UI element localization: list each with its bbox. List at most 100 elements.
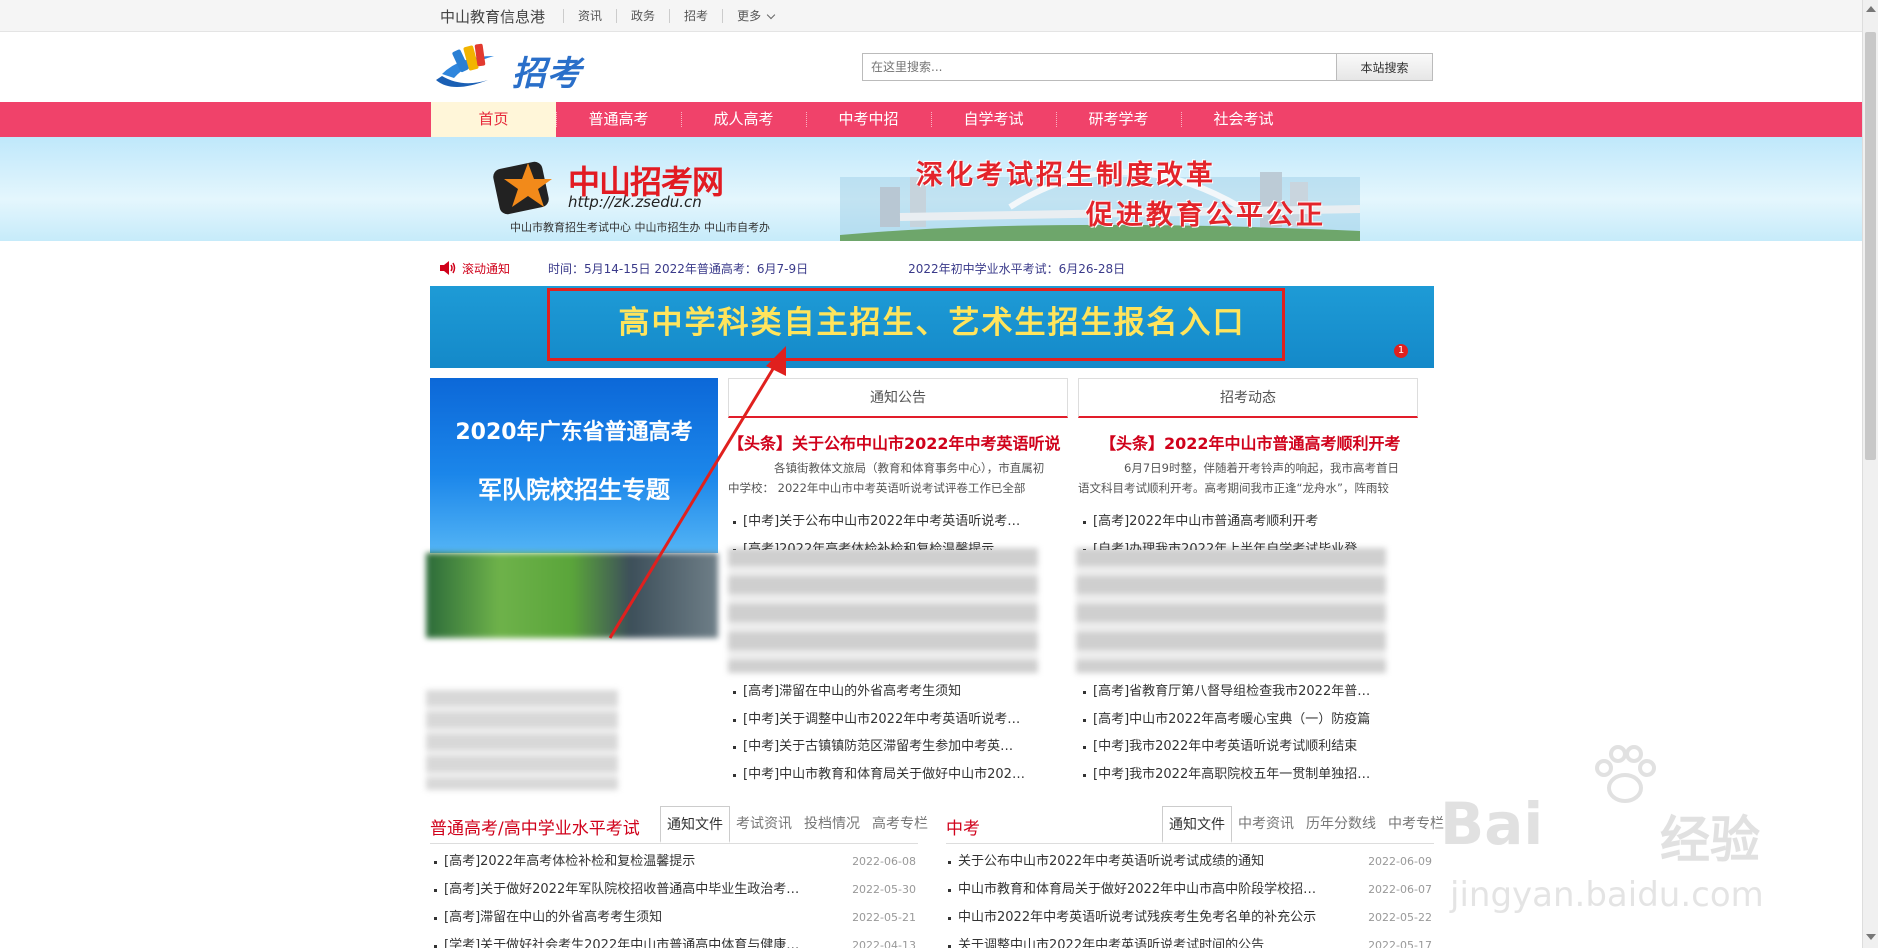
paw-icon (1595, 745, 1656, 803)
nav-item-zhongkao[interactable]: 中考中招 (806, 102, 931, 137)
top-bar: 中山教育信息港 资讯 政务 招考 更多 (0, 0, 1862, 32)
tab-gaokao-notices[interactable]: 通知文件 (660, 806, 730, 843)
zhongkao-tabs: 通知文件 中考资讯 历年分数线 中考专栏 (1162, 806, 1450, 843)
more-menu[interactable]: 更多 (722, 9, 788, 23)
table-row[interactable]: [学考]关于做好社会考生2022年中山市普通高中体育与健康… 2022-04-13 (434, 932, 916, 948)
list-item[interactable]: [高考]省教育厅第八督导组检查我市2022年普… (1083, 678, 1388, 706)
tab-gaokao-info[interactable]: 考试资讯 (730, 806, 798, 843)
nav-item-social-exam[interactable]: 社会考试 (1181, 102, 1306, 137)
more-menu-label: 更多 (737, 9, 762, 23)
top-link-news[interactable]: 资讯 (563, 9, 616, 23)
exam-summary: 6月7日9时整，伴随着开考铃声的响起，我市高考首日 语文科目考试顺利开考。高考期… (1078, 458, 1418, 498)
annotation-badge: 1 (1394, 344, 1408, 358)
scrolling-notice-label: 滚动通知 (462, 261, 511, 276)
table-row[interactable]: 关于公布中山市2022年中考英语听说考试成绩的通知 2022-06-09 (948, 848, 1432, 876)
chevron-down-icon (766, 10, 776, 19)
table-row[interactable]: 中山市2022年中考英语听说考试残疾考生免考名单的补充公示 2022-05-22 (948, 904, 1432, 932)
main-nav: 首页 普通高考 成人高考 中考中招 自学考试 研考学考 社会考试 (431, 102, 1306, 137)
news-title: 关于调整中山市2022年中考英语听说考试时间的公告 (958, 938, 1265, 948)
scroll-up-arrow-icon[interactable] (1866, 6, 1876, 12)
blurred-text-left (426, 690, 618, 790)
tab-gaokao-column[interactable]: 高考专栏 (866, 806, 934, 843)
list-item[interactable]: [中考]我市2022年中考英语听说考试顺利结束 (1083, 733, 1388, 761)
top-link-exams[interactable]: 招考 (669, 9, 722, 23)
list-item[interactable]: [中考]中山市教育和体育局关于做好中山市202… (733, 761, 1053, 789)
list-item[interactable]: [中考]关于调整中山市2022年中考英语听说考… (733, 706, 1053, 734)
banner-slogan-1: 深化考试招生制度改革 (916, 160, 1216, 191)
news-date: 2022-05-22 (1368, 911, 1432, 924)
table-row[interactable]: [高考]关于做好2022年军队院校招收普通高中毕业生政治考… 2022-05-30 (434, 876, 916, 904)
news-title: [学考]关于做好社会考生2022年中山市普通高中体育与健康… (444, 938, 800, 948)
nav-item-adult-exam[interactable]: 成人高考 (681, 102, 806, 137)
exam-summary-line-2: 语文科目考试顺利开考。高考期间我市正逢“龙舟水”，阵雨较 (1078, 481, 1389, 495)
gaokao-news-list: [高考]2022年高考体检补检和复检温馨提示 2022-06-08 [高考]关于做… (434, 848, 916, 948)
top-link-government[interactable]: 政务 (616, 9, 669, 23)
main-nav-bar: 首页 普通高考 成人高考 中考中招 自学考试 研考学考 社会考试 (0, 102, 1862, 137)
nav-item-gaokao[interactable]: 普通高考 (556, 102, 681, 137)
list-item[interactable]: [自考]办理我市2022年上半年自学考试毕业登… (1083, 536, 1388, 550)
table-row[interactable]: [高考]2022年高考体检补检和复检温馨提示 2022-06-08 (434, 848, 916, 876)
tab-zhongkao-scores[interactable]: 历年分数线 (1300, 806, 1382, 843)
notice-list-bottom: [高考]滞留在中山的外省高考考生须知 [中考]关于调整中山市2022年中考英语听… (733, 678, 1053, 788)
table-row[interactable]: 关于调整中山市2022年中考英语听说考试时间的公告 2022-05-17 (948, 932, 1432, 948)
section-title-gaokao[interactable]: 普通高考/高中学业水平考试 (430, 814, 640, 839)
ticker-text-1[interactable]: 时间：5月14-15日 2022年普通高考：6月7-9日 (548, 260, 808, 277)
baidu-jingyan-watermark: Bai 经验 jingyan.baidu.com (1440, 740, 1860, 930)
banner-orgs: 中山市教育招生考试中心 中山市招生办 中山市自考办 (510, 221, 770, 234)
scrollbar-thumb[interactable] (1865, 32, 1876, 460)
list-item[interactable]: [中考]关于古镇镇防范区滞留考生参加中考英… (733, 733, 1053, 761)
list-item[interactable]: [高考]中山市2022年高考暖心宝典（一）防疫篇 (1083, 706, 1388, 734)
exam-headline[interactable]: 【头条】2022年中山市普通高考顺利开考 (1100, 430, 1420, 454)
news-date: 2022-05-30 (852, 883, 916, 896)
tab-zhongkao-notices[interactable]: 通知文件 (1162, 806, 1232, 843)
tab-gaokao-admission[interactable]: 投档情况 (798, 806, 866, 843)
scrolling-notice: 滚动通知 时间：5月14-15日 2022年普通高考：6月7-9日 2022年初… (440, 258, 1125, 278)
news-title: 中山市2022年中考英语听说考试残疾考生免考名单的补充公示 (958, 910, 1317, 925)
zhongkao-news-list: 关于公布中山市2022年中考英语听说考试成绩的通知 2022-06-09 中山市教… (948, 848, 1432, 948)
ticker-text-2[interactable]: 2022年初中学业水平考试：6月26-28日 (908, 260, 1125, 277)
news-date: 2022-06-07 (1368, 883, 1432, 896)
blurred-list-right (1076, 548, 1386, 673)
scrolling-notice-label-wrap: 滚动通知 (440, 260, 510, 277)
watermark-site: jingyan.baidu.com (1450, 875, 1764, 915)
search-bar: 本站搜索 (862, 53, 1433, 81)
list-item[interactable]: [中考]我市2022年高职院校五年一贯制单独招… (1083, 761, 1388, 789)
search-button[interactable]: 本站搜索 (1337, 53, 1433, 81)
banner-url: http://zk.zsedu.cn (568, 193, 702, 211)
site-name-link[interactable]: 中山教育信息港 (440, 6, 545, 27)
scroll-down-arrow-icon[interactable] (1866, 934, 1876, 940)
news-date: 2022-06-08 (852, 855, 916, 868)
nav-item-postgrad[interactable]: 研考学考 (1056, 102, 1181, 137)
table-row[interactable]: [高考]滞留在中山的外省高考考生须知 2022-05-21 (434, 904, 916, 932)
site-logo[interactable]: 招考 (432, 40, 582, 96)
exam-list-bottom: [高考]省教育厅第八督导组检查我市2022年普… [高考]中山市2022年高考暖… (1083, 678, 1388, 788)
section-divider (946, 843, 1434, 844)
section-title-zhongkao[interactable]: 中考 (946, 814, 980, 839)
list-item[interactable]: [高考]2022年中山市普通高考顺利开考 (1083, 508, 1388, 536)
vertical-scrollbar[interactable] (1862, 0, 1878, 948)
table-row[interactable]: 中山市教育和体育局关于做好2022年中山市高中阶段学校招… 2022-06-07 (948, 876, 1432, 904)
star-logo-icon (493, 161, 552, 215)
exam-list-top: [高考]2022年中山市普通高考顺利开考 [自考]办理我市2022年上半年自学考… (1083, 508, 1388, 550)
news-title: [高考]关于做好2022年军队院校招收普通高中毕业生政治考… (444, 882, 800, 897)
logo-text: 招考 (512, 54, 582, 94)
list-item[interactable]: [高考]滞留在中山的外省高考考生须知 (733, 678, 1053, 706)
tab-exam-news[interactable]: 招考动态 (1078, 378, 1418, 418)
page: 中山教育信息港 资讯 政务 招考 更多 招考 本站搜索 首页 普通高考 (0, 0, 1878, 948)
header-banner: 中山招考网 http://zk.zsedu.cn 中山市教育招生考试中心 中山市… (0, 137, 1862, 241)
news-date: 2022-05-21 (852, 911, 916, 924)
news-date: 2022-06-09 (1368, 855, 1432, 868)
watermark-brand: Bai (1440, 790, 1544, 858)
banner-slogan-2: 促进教育公平公正 (1086, 200, 1326, 231)
news-title: 关于公布中山市2022年中考英语听说考试成绩的通知 (958, 854, 1265, 869)
news-title: 中山市教育和体育局关于做好2022年中山市高中阶段学校招… (958, 882, 1317, 897)
nav-item-home[interactable]: 首页 (431, 102, 556, 137)
search-input[interactable] (862, 53, 1337, 81)
tab-zhongkao-column[interactable]: 中考专栏 (1382, 806, 1450, 843)
nav-item-self-study[interactable]: 自学考试 (931, 102, 1056, 137)
registration-entry-banner[interactable]: 高中学科类自主招生、艺术生招生报名入口 1 (430, 286, 1434, 368)
news-date: 2022-05-17 (1368, 939, 1432, 948)
news-date: 2022-04-13 (852, 939, 916, 948)
exam-summary-line-1: 6月7日9时整，伴随着开考铃声的响起，我市高考首日 (1124, 461, 1399, 475)
tab-zhongkao-info[interactable]: 中考资讯 (1232, 806, 1300, 843)
